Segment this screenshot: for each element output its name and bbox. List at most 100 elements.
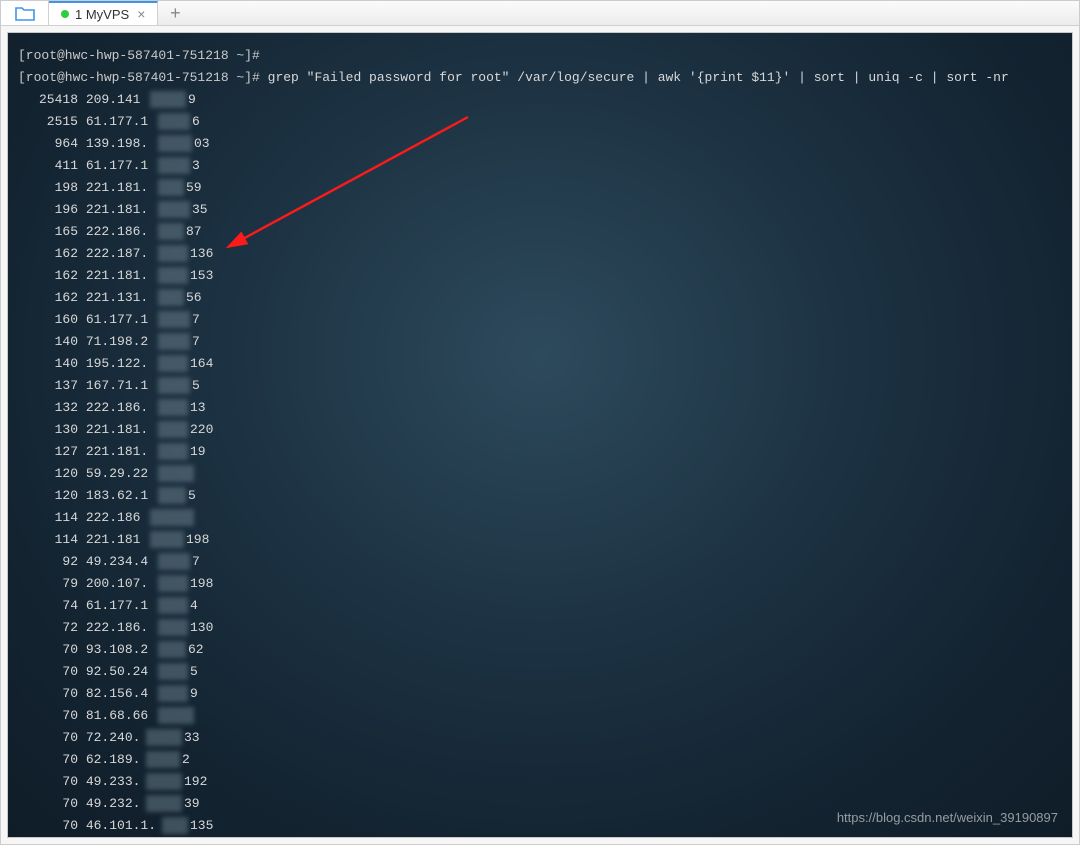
app-window: 1 MyVPS × + [root@hwc-hwp-587401-751218 … <box>0 0 1080 845</box>
redaction-blur <box>158 619 188 636</box>
count-value: 120 <box>18 485 78 507</box>
ip-suffix: 56 <box>186 287 202 309</box>
ip-address: 222.186. <box>86 397 148 419</box>
redaction-blur <box>158 201 190 218</box>
output-row: 70 72.240.33 <box>18 727 1062 749</box>
output-row: 70 81.68.66 <box>18 705 1062 727</box>
count-value: 130 <box>18 419 78 441</box>
redaction-blur <box>158 355 188 372</box>
count-value: 411 <box>18 155 78 177</box>
redaction-blur <box>158 245 188 262</box>
output-row: 120 183.62.1 5 <box>18 485 1062 507</box>
output-row: 70 93.108.262 <box>18 639 1062 661</box>
command-text: grep "Failed password for root" /var/log… <box>268 70 1009 85</box>
redaction-blur <box>158 223 184 240</box>
count-value: 140 <box>18 331 78 353</box>
redaction-blur <box>158 597 188 614</box>
terminal[interactable]: [root@hwc-hwp-587401-751218 ~]# [root@hw… <box>7 32 1073 838</box>
count-value: 964 <box>18 133 78 155</box>
ip-address: 183.62.1 <box>86 485 148 507</box>
ip-suffix: 153 <box>190 265 213 287</box>
output-row: 79 200.107.198 <box>18 573 1062 595</box>
watermark-text: https://blog.csdn.net/weixin_39190897 <box>837 807 1058 829</box>
ip-suffix: 13 <box>190 397 206 419</box>
redaction-blur <box>158 487 186 504</box>
ip-address: 221.131. <box>86 287 148 309</box>
ip-suffix: 130 <box>190 617 213 639</box>
ip-suffix: 220 <box>190 419 213 441</box>
ip-suffix: 198 <box>186 529 209 551</box>
count-value: 70 <box>18 661 78 683</box>
count-value: 114 <box>18 507 78 529</box>
ip-address: 62.189. <box>86 749 141 771</box>
add-tab-button[interactable]: + <box>158 1 192 25</box>
output-row: 964 139.198.03 <box>18 133 1062 155</box>
ip-address: 139.198. <box>86 133 148 155</box>
ip-suffix: 192 <box>184 771 207 793</box>
output-row: 70 92.50.245 <box>18 661 1062 683</box>
count-value: 162 <box>18 265 78 287</box>
count-value: 25418 <box>18 89 78 111</box>
redaction-blur <box>158 641 186 658</box>
ip-address: 195.122. <box>86 353 148 375</box>
redaction-blur <box>150 91 186 108</box>
tab-label: 1 MyVPS <box>75 7 129 22</box>
count-value: 79 <box>18 573 78 595</box>
count-value: 137 <box>18 375 78 397</box>
ip-address: 200.107. <box>86 573 148 595</box>
redaction-blur <box>158 685 188 702</box>
ip-address: 221.181. <box>86 177 148 199</box>
redaction-blur <box>158 421 188 438</box>
redaction-blur <box>158 135 192 152</box>
redaction-blur <box>158 113 190 130</box>
ip-address: 49.232. <box>86 793 141 815</box>
ip-address: 221.181 <box>86 529 141 551</box>
count-value: 70 <box>18 771 78 793</box>
redaction-blur <box>146 751 180 768</box>
ip-address: 49.233. <box>86 771 141 793</box>
output-row: 25418 209.1419 <box>18 89 1062 111</box>
ip-address: 221.181. <box>86 199 148 221</box>
output-row: 411 61.177.13 <box>18 155 1062 177</box>
redaction-blur <box>158 267 188 284</box>
sidebar-toggle-icon[interactable] <box>1 1 49 25</box>
ip-address: 61.177.1 <box>86 111 148 133</box>
count-value: 132 <box>18 397 78 419</box>
ip-suffix: 33 <box>184 727 200 749</box>
output-row: 162 221.181.153 <box>18 265 1062 287</box>
ip-address: 61.177.1 <box>86 309 148 331</box>
ip-suffix: 5 <box>188 485 196 507</box>
ip-address: 222.186 <box>86 507 141 529</box>
output-row: 70 62.189.2 <box>18 749 1062 771</box>
output-row: 140 195.122.164 <box>18 353 1062 375</box>
ip-suffix: 3 <box>192 155 200 177</box>
ip-address: 46.101.1. <box>86 815 156 837</box>
count-value: 162 <box>18 243 78 265</box>
redaction-blur <box>158 399 188 416</box>
ip-suffix: 62 <box>188 639 204 661</box>
redaction-blur <box>158 553 190 570</box>
terminal-container: [root@hwc-hwp-587401-751218 ~]# [root@hw… <box>1 26 1079 844</box>
ip-suffix: 6 <box>192 111 200 133</box>
ip-suffix: 136 <box>190 243 213 265</box>
redaction-blur <box>158 157 190 174</box>
count-value: 70 <box>18 749 78 771</box>
output-row: 162 222.187.136 <box>18 243 1062 265</box>
ip-address: 81.68.66 <box>86 705 148 727</box>
close-icon[interactable]: × <box>135 6 147 22</box>
count-value: 198 <box>18 177 78 199</box>
output-row: 120 59.29.22 <box>18 463 1062 485</box>
redaction-blur <box>158 333 190 350</box>
redaction-blur <box>146 795 182 812</box>
ip-address: 92.50.24 <box>86 661 148 683</box>
count-value: 140 <box>18 353 78 375</box>
ip-address: 71.198.2 <box>86 331 148 353</box>
count-value: 72 <box>18 617 78 639</box>
tab-bar: 1 MyVPS × + <box>1 1 1079 26</box>
ip-suffix: 9 <box>188 89 196 111</box>
redaction-blur <box>162 817 188 834</box>
ip-address: 221.181. <box>86 419 148 441</box>
tab-myvps[interactable]: 1 MyVPS × <box>49 1 158 25</box>
redaction-blur <box>158 311 190 328</box>
prompt-line-1: [root@hwc-hwp-587401-751218 ~]# <box>18 45 1062 67</box>
